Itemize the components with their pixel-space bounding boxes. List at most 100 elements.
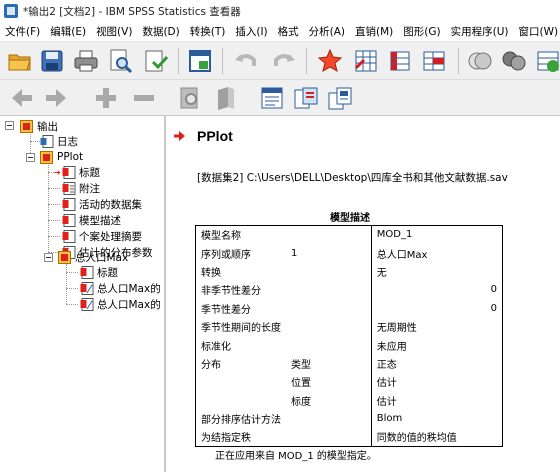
export-icon[interactable] <box>142 47 170 75</box>
menu-view[interactable]: 视图(V) <box>91 22 137 42</box>
tree-collapse-toggle[interactable] <box>44 253 53 262</box>
tree-item-population-max-chart-1[interactable]: 总人口Max的 <box>80 280 161 296</box>
table-cell-c3: 估计 <box>370 372 503 392</box>
output-book-icon <box>58 250 72 264</box>
menu-window[interactable]: 窗口(W) <box>514 22 560 42</box>
table-icon <box>62 213 76 227</box>
tree-connector <box>48 204 60 205</box>
tree-item-population-max-chart-2[interactable]: 总人口Max的 <box>80 296 161 312</box>
table-cell-c3: 无周期性 <box>370 317 503 336</box>
redo-icon[interactable] <box>270 47 298 75</box>
title-icon <box>80 265 94 279</box>
table-cell-c1: 转换 <box>201 267 221 279</box>
weight-icon[interactable] <box>500 47 528 75</box>
table-cell-c2: 1 <box>291 247 298 259</box>
menu-graphs[interactable]: 图形(G) <box>398 22 445 42</box>
output-book-icon <box>40 150 54 164</box>
table-cell-c2 <box>286 226 371 244</box>
tree-collapse-toggle[interactable] <box>26 153 35 162</box>
tree-item-population-max[interactable]: 总人口Max <box>58 249 128 265</box>
show-icon[interactable] <box>176 84 204 112</box>
table-cell-c3: 正态 <box>370 354 503 373</box>
table-cell-c3: 无 <box>370 262 503 281</box>
variables-icon[interactable] <box>420 47 448 75</box>
table-cell-c2 <box>286 336 371 354</box>
tree-item-subtitle[interactable]: 标题 <box>80 264 118 280</box>
print-preview-icon[interactable] <box>106 47 134 75</box>
table-row: 标度 估计 <box>196 391 503 410</box>
collapse-icon[interactable] <box>130 84 158 112</box>
main-toolbar <box>0 42 560 80</box>
tree-item-case-summary[interactable]: 个案处理摘要 <box>62 228 142 244</box>
table-cell-c3: 0 <box>370 280 503 300</box>
tree-item-title[interactable]: ➔ 标题 <box>54 164 100 180</box>
menu-bar: 文件(F) 编辑(E) 视图(V) 数据(D) 转换(T) 插入(I) 格式 分… <box>0 22 560 42</box>
tree-connector <box>48 220 60 221</box>
current-item-arrow-icon <box>174 131 185 141</box>
forward-icon[interactable] <box>42 84 70 112</box>
table-row: 为结指定秩 同数的值的秩均值 <box>196 427 503 447</box>
table-footnote: 正在应用来自 MOD_1 的模型指定。 <box>215 451 377 462</box>
tree-root-output[interactable]: 输出 <box>20 118 58 134</box>
table-cell-c1 <box>196 373 287 391</box>
table-cell-c1: 季节性期间的长度 <box>201 323 281 335</box>
menu-data[interactable]: 数据(D) <box>137 22 184 42</box>
model-description-table[interactable]: 模型名称 MOD_1 序列或顺序 1 总人口Max 转换 无非季节性差分 0 季节性差分 0 季节性… <box>195 225 503 447</box>
goto-data-icon[interactable] <box>316 47 344 75</box>
toolbar-separator <box>222 48 223 74</box>
table-row: 标准化 未应用 <box>196 335 503 355</box>
outline-tree-pane[interactable]: 输出 日志 PPlot ➔ 标题 附注 活动的数据集 模型描述 个案处理摘要 估… <box>0 116 166 472</box>
menu-transform[interactable]: 转换(T) <box>185 22 231 42</box>
menu-direct-marketing[interactable]: 直销(M) <box>350 22 398 42</box>
value-labels-icon[interactable] <box>534 47 560 75</box>
tree-item-log[interactable]: 日志 <box>40 133 78 149</box>
chart-icon <box>80 281 94 295</box>
table-cell-c1: 为结指定秩 <box>201 433 251 445</box>
goto-variable-icon[interactable] <box>386 47 414 75</box>
recall-dialog-icon[interactable] <box>186 47 214 75</box>
tree-connector <box>48 188 60 189</box>
hide-icon[interactable] <box>212 84 240 112</box>
goto-case-icon[interactable] <box>352 47 380 75</box>
split-icon[interactable] <box>466 47 494 75</box>
table-row: 转换 无 <box>196 262 503 281</box>
menu-format[interactable]: 格式 <box>273 22 304 42</box>
output-content-pane[interactable]: PPlot [数据集2] C:\Users\DELL\Desktop\四库全书和… <box>168 116 560 472</box>
tree-item-notes[interactable]: 附注 <box>62 180 100 196</box>
tree-connector <box>66 288 78 289</box>
expand-icon[interactable] <box>92 84 120 112</box>
spss-app-icon <box>4 4 18 18</box>
table-cell-c3: MOD_1 <box>370 225 503 244</box>
insert-heading-icon[interactable] <box>258 84 286 112</box>
title-bar: *输出2 [文档2] - IBM SPSS Statistics 查看器 <box>0 0 560 22</box>
table-cell-c2 <box>286 428 371 446</box>
table-cell-c2 <box>286 262 371 280</box>
menu-file[interactable]: 文件(F) <box>0 22 45 42</box>
menu-utilities[interactable]: 实用程序(U) <box>446 22 514 42</box>
menu-analyze[interactable]: 分析(A) <box>304 22 350 42</box>
table-cell-c1: 模型名称 <box>201 231 241 243</box>
menu-insert[interactable]: 插入(I) <box>230 22 272 42</box>
tree-item-pplot[interactable]: PPlot <box>40 149 83 165</box>
save-icon[interactable] <box>38 47 66 75</box>
tree-item-active-dataset[interactable]: 活动的数据集 <box>62 196 142 212</box>
table-cell-c1: 非季节性差分 <box>201 286 261 298</box>
table-icon <box>62 229 76 243</box>
back-icon[interactable] <box>8 84 36 112</box>
table-row: 季节性差分 0 <box>196 299 503 318</box>
notes-icon <box>62 181 76 195</box>
table-row: 分布 类型 正态 <box>196 354 503 373</box>
table-cell-c1: 分布 <box>201 359 221 371</box>
table-cell-c2 <box>286 299 371 317</box>
table-icon <box>62 197 76 211</box>
tree-collapse-toggle[interactable] <box>5 121 14 130</box>
menu-edit[interactable]: 编辑(E) <box>45 22 91 42</box>
title-icon <box>62 165 76 179</box>
undo-icon[interactable] <box>232 47 260 75</box>
insert-text-icon[interactable] <box>326 84 354 112</box>
tree-item-model-description[interactable]: 模型描述 <box>62 212 121 228</box>
print-icon[interactable] <box>72 47 100 75</box>
open-folder-icon[interactable] <box>6 47 34 75</box>
table-row: 序列或顺序 1 总人口Max <box>196 243 503 263</box>
insert-title-icon[interactable] <box>292 84 320 112</box>
